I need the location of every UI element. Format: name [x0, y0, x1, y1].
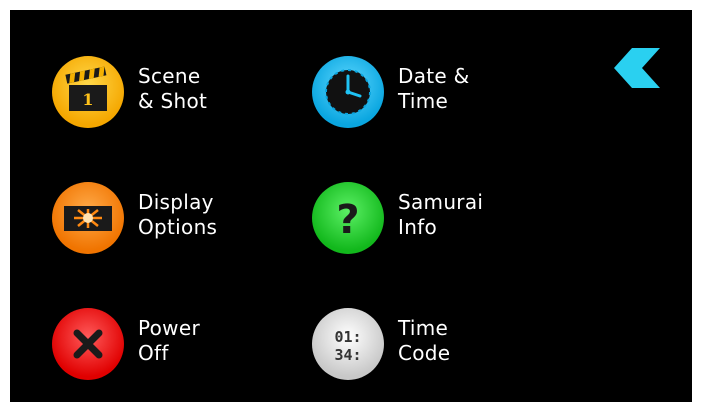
scene-shot-label: Scene & Shot: [138, 64, 208, 113]
power-off-label: Power Off: [138, 316, 200, 365]
display-options-icon: [50, 180, 126, 256]
question-glyph: ?: [336, 197, 359, 243]
date-time-label: Date & Time: [398, 64, 470, 113]
clapper-number: 1: [82, 90, 93, 109]
timecode-top-digits: 01:: [334, 328, 361, 346]
timecode-icon: 01: 34:: [310, 306, 386, 382]
date-time-button[interactable]: Date & Time: [310, 54, 540, 138]
back-button[interactable]: [614, 48, 660, 88]
samurai-info-label: Samurai Info: [398, 190, 484, 239]
display-options-label: Display Options: [138, 190, 218, 239]
time-code-label: Time Code: [398, 316, 451, 365]
clock-icon: [310, 54, 386, 130]
samurai-info-button[interactable]: ? Samurai Info: [310, 180, 540, 264]
timecode-bottom-digits: 34:: [334, 346, 361, 364]
display-options-button[interactable]: Display Options: [50, 180, 280, 264]
clapperboard-icon: 1: [50, 54, 126, 130]
back-chevron-icon: [614, 48, 660, 88]
menu-screen: 1 Scene & Shot Date & Time Display Optio…: [10, 10, 692, 402]
question-mark-icon: ?: [310, 180, 386, 256]
scene-shot-button[interactable]: 1 Scene & Shot: [50, 54, 280, 138]
power-off-button[interactable]: Power Off: [50, 306, 280, 390]
close-x-icon: [50, 306, 126, 382]
time-code-button[interactable]: 01: 34: Time Code: [310, 306, 540, 390]
